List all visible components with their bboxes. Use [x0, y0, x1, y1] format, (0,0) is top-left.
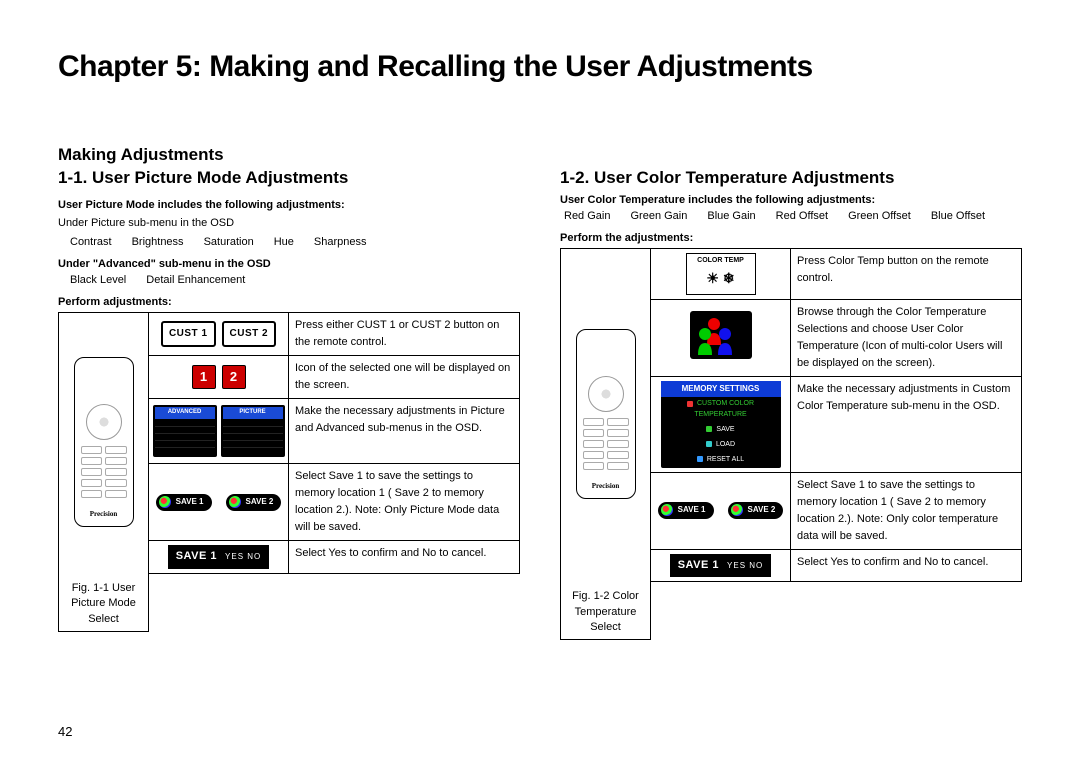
figure-1-2-caption: Fig. 1-2 Color Temperature Select	[565, 585, 646, 635]
picture-osd-icon: PICTURE	[221, 405, 285, 457]
step-text: Press either CUST 1 or CUST 2 button on …	[289, 313, 520, 356]
step-text: Press Color Temp button on the remote co…	[791, 249, 1022, 300]
under-picture-label: Under Picture sub-menu in the OSD	[58, 215, 520, 233]
left-column: Making Adjustments 1-1. User Picture Mod…	[58, 144, 520, 632]
save2-pill-icon: SAVE 2	[728, 502, 784, 518]
section-1-1-heading: 1-1. User Picture Mode Adjustments	[58, 167, 520, 188]
step-text: Browse through the Color Temperature Sel…	[791, 299, 1022, 376]
save-confirm-bar-icon: SAVE 1YES NO	[168, 545, 270, 568]
figure-1-1-caption: Fig. 1-1 User Picture Mode Select	[63, 577, 144, 627]
ct-items: Red GainGreen GainBlue GainRed OffsetGre…	[564, 210, 1022, 222]
user-picture-intro: User Picture Mode includes the following…	[58, 199, 520, 211]
save1-pill-icon: SAVE 1	[156, 494, 212, 510]
cust2-button-icon: CUST 2	[222, 321, 277, 347]
save2-pill-icon: SAVE 2	[226, 494, 282, 510]
step-text: Select Save 1 to save the settings to me…	[289, 464, 520, 541]
memory-settings-osd-icon: MEMORY SETTINGS CUSTOM COLOR TEMPERATURE…	[661, 381, 781, 468]
steps-table-left: Precision CUST 1 CUST 2 Press either CUS…	[58, 312, 520, 632]
save-confirm-bar-icon: SAVE 1YES NO	[670, 554, 772, 577]
user-ct-intro: User Color Temperature includes the foll…	[560, 194, 1022, 206]
section-1-2-heading: 1-2. User Color Temperature Adjustments	[560, 167, 1022, 188]
icon-1: 1	[192, 365, 216, 389]
save1-pill-icon: SAVE 1	[658, 502, 714, 518]
under-advanced-label: Under "Advanced" sub-menu in the OSD	[58, 258, 520, 270]
remote-control-icon: Precision	[74, 357, 134, 527]
color-temp-button-icon: COLOR TEMP ☀ ❄	[686, 253, 756, 295]
step-text: Select Yes to confirm and No to cancel.	[289, 541, 520, 573]
perform-the-adjustments-label: Perform the adjustments:	[560, 232, 1022, 244]
remote-control-icon: Precision	[576, 329, 636, 499]
steps-table-right: Precision COLOR TEMP ☀ ❄ Press Color Tem…	[560, 248, 1022, 640]
step-text: Icon of the selected one will be display…	[289, 356, 520, 399]
page-number: 42	[58, 724, 72, 739]
advanced-items: Black LevelDetail Enhancement	[70, 274, 520, 286]
right-column: 1-2. User Color Temperature Adjustments …	[560, 144, 1022, 640]
icon-2: 2	[222, 365, 246, 389]
step-text: Make the necessary adjustments in Custom…	[791, 376, 1022, 472]
advanced-osd-icon: ADVANCED	[153, 405, 217, 457]
multi-color-users-icon	[690, 311, 752, 359]
picture-items: ContrastBrightnessSaturationHueSharpness	[70, 236, 520, 248]
making-adjustments-heading: Making Adjustments	[58, 144, 520, 165]
step-text: Select Yes to confirm and No to cancel.	[791, 549, 1022, 581]
cust1-button-icon: CUST 1	[161, 321, 216, 347]
perform-adjustments-label: Perform adjustments:	[58, 296, 520, 308]
step-text: Make the necessary adjustments in Pictur…	[289, 399, 520, 464]
step-text: Select Save 1 to save the settings to me…	[791, 472, 1022, 549]
chapter-title: Chapter 5: Making and Recalling the User…	[58, 50, 1022, 84]
